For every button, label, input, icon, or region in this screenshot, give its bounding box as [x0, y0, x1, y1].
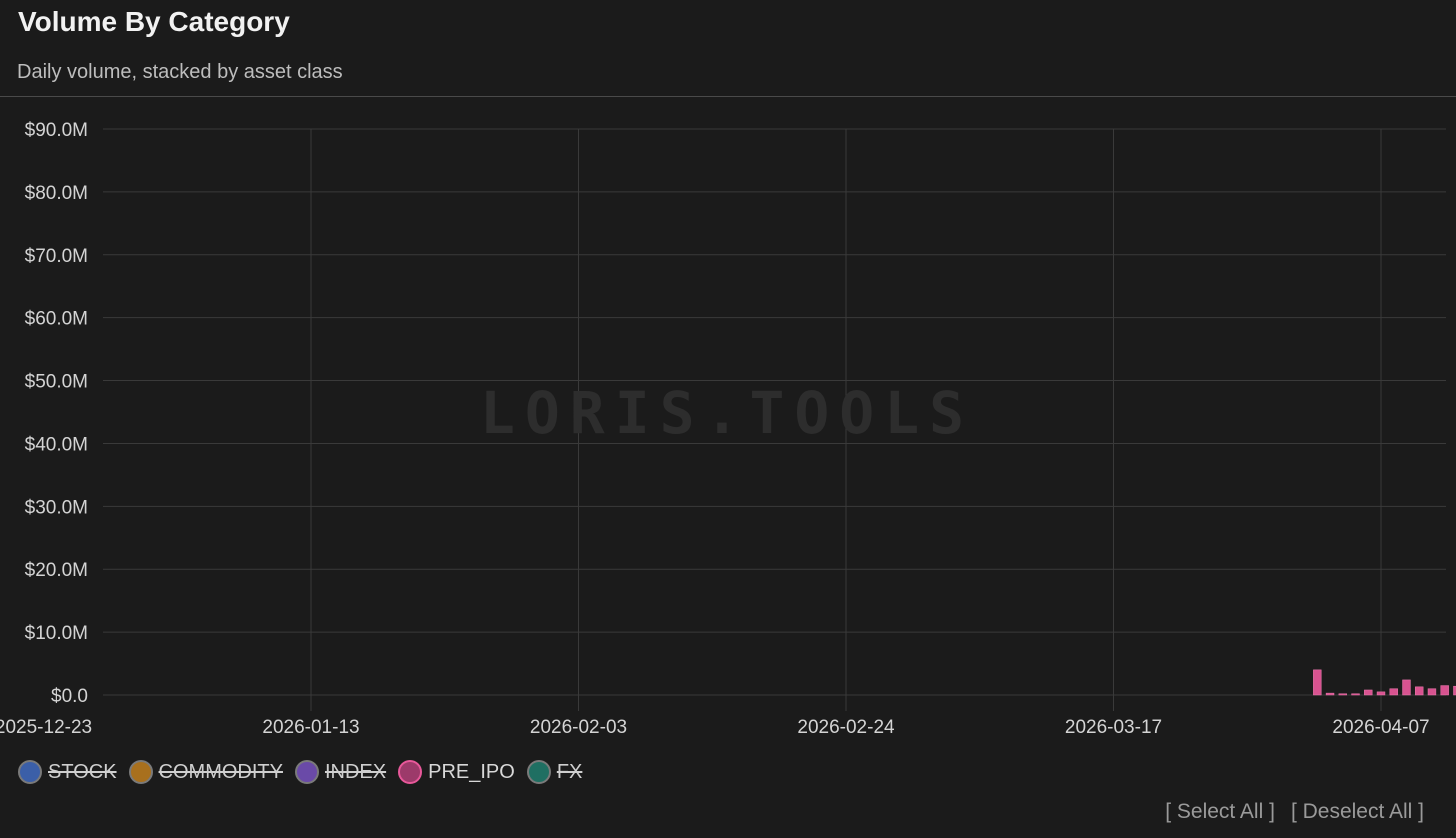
legend-label: INDEX [324, 760, 387, 783]
legend-item-pre-ipo[interactable]: PRE_IPO [398, 760, 515, 784]
bar [1338, 693, 1347, 696]
y-tick-label: $60.0M [25, 309, 88, 330]
bar [1325, 692, 1335, 696]
legend-actions: [ Select All ] [ Deselect All ] [1149, 800, 1424, 824]
legend-item-commodity[interactable]: COMMODITY [128, 760, 283, 784]
legend-swatch [294, 760, 319, 784]
y-tick-label: $70.0M [25, 246, 88, 267]
x-tick-label: 2025-12-23 [0, 717, 92, 738]
legend-item-fx[interactable]: FX [526, 760, 583, 784]
y-axis-labels: $0.0 $10.0M $20.0M $30.0M $40.0M $50.0M $60.0M… [25, 120, 88, 707]
bar [1364, 689, 1373, 696]
x-tick-label: 2026-01-13 [262, 717, 359, 738]
x-tick-label: 2026-04-07 [1332, 717, 1429, 738]
legend-label: FX [556, 760, 583, 783]
chart-title: Volume By Category [18, 6, 290, 37]
pre-ipo-series [1313, 669, 1456, 696]
volume-bar-chart: LORIS.TOOLS $0.0 $10.0M $20.0M $30.0M $40.0M… [0, 120, 1456, 738]
bar [1415, 686, 1424, 696]
x-tick-label: 2026-02-24 [797, 717, 895, 738]
legend-swatch [18, 760, 42, 784]
legend-swatch [128, 760, 153, 784]
legend-label: STOCK [48, 760, 117, 783]
y-tick-label: $20.0M [25, 560, 88, 581]
legend: STOCK COMMODITY INDEX PRE_IPO FX [18, 758, 594, 786]
legend-swatch [526, 760, 551, 784]
legend-label: COMMODITY [158, 760, 283, 783]
bar [1376, 691, 1386, 696]
y-tick-label: $0.0 [51, 686, 88, 707]
bar [1440, 685, 1449, 696]
deselect-all-button[interactable]: [ Deselect All ] [1291, 800, 1424, 824]
y-tick-label: $80.0M [25, 183, 88, 204]
y-tick-label: $40.0M [25, 434, 88, 455]
watermark: LORIS.TOOLS [480, 379, 974, 447]
bar [1427, 688, 1437, 696]
x-tick-label: 2026-03-17 [1065, 717, 1162, 738]
y-tick-label: $10.0M [25, 623, 88, 644]
legend-swatch [398, 760, 423, 784]
legend-item-stock[interactable]: STOCK [18, 760, 117, 784]
y-tick-label: $30.0M [25, 497, 88, 518]
chart-header: Volume By Category Daily volume, stacked… [0, 0, 1456, 97]
x-tick-label: 2026-02-03 [530, 717, 627, 738]
bar [1402, 679, 1411, 696]
y-tick-label: $50.0M [25, 372, 88, 393]
bar [1389, 688, 1398, 696]
chart-subtitle: Daily volume, stacked by asset class [17, 61, 343, 83]
y-tick-label: $90.0M [25, 120, 88, 141]
bar [1351, 693, 1360, 696]
legend-label: PRE_IPO [428, 760, 515, 783]
legend-item-index[interactable]: INDEX [294, 760, 387, 784]
x-axis-labels: 2025-12-23 2026-01-13 2026-02-03 2026-02-24… [0, 717, 1430, 738]
bar [1313, 669, 1322, 696]
select-all-button[interactable]: [ Select All ] [1165, 800, 1275, 824]
